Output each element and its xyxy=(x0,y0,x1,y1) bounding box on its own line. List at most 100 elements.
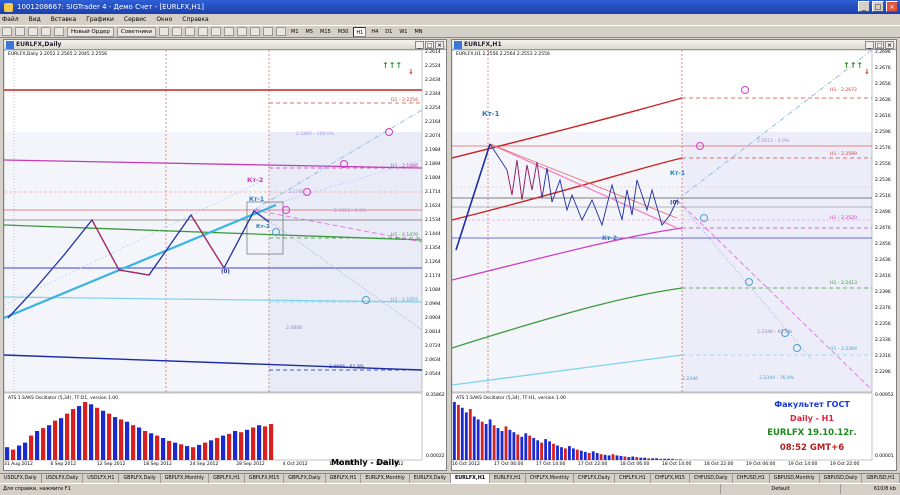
menu-insert[interactable]: Вставка xyxy=(51,16,76,23)
tf-m5[interactable]: M5 xyxy=(304,27,316,37)
chart-tab[interactable]: GBPUSD,Daily xyxy=(820,474,863,484)
chart-tab[interactable]: CHFLFX,Monthly xyxy=(526,474,574,484)
tf-m1[interactable]: M1 xyxy=(289,27,301,37)
price-tick-label: 2.1174 xyxy=(425,274,441,279)
tf-m15[interactable]: M15 xyxy=(318,27,333,37)
chart-tab[interactable]: GBPUSD,H1 xyxy=(862,474,899,484)
tf-d1[interactable]: D1 xyxy=(383,27,394,37)
chart-tab[interactable]: USDLFX,H1 xyxy=(83,474,119,484)
oscillator-bar xyxy=(477,419,480,460)
oscillator-bar xyxy=(59,418,63,460)
daily-chart-canvas[interactable]: ↑↑↑ ↓ xyxy=(4,50,446,470)
chart-tab[interactable]: GBPLFX,M15 xyxy=(245,474,284,484)
chart-tab-active[interactable]: EURLFX,H1 xyxy=(451,474,490,484)
oscillator-bar xyxy=(191,447,195,460)
oscillator-bar xyxy=(552,444,555,460)
price-tick-label: 2.2316 xyxy=(875,354,891,359)
price-tick-label: 2.2434 xyxy=(425,78,441,83)
date-tick-label: 24 Sep 2012 xyxy=(190,462,219,467)
menu-window[interactable]: Окно xyxy=(156,16,172,23)
chart-tab[interactable]: CHFLFX,Daily xyxy=(574,474,615,484)
oscillator-bar xyxy=(155,436,159,460)
chart-minimize-button[interactable]: _ xyxy=(415,41,424,49)
menu-file[interactable]: Файл xyxy=(2,16,19,23)
chart-tab[interactable]: CHFUSD,H1 xyxy=(733,474,770,484)
label-icon[interactable] xyxy=(263,27,273,36)
text-icon[interactable] xyxy=(250,27,260,36)
price-tick-label: 2.1084 xyxy=(425,288,441,293)
oscillator-bar xyxy=(263,426,267,460)
chart-tab[interactable]: GBPLFX,Daily xyxy=(119,474,160,484)
minimize-button[interactable]: _ xyxy=(858,1,870,12)
oscillator-bar xyxy=(113,417,117,460)
chart-tab[interactable]: CHFUSD,Daily xyxy=(690,474,733,484)
fibo-icon[interactable] xyxy=(237,27,247,36)
chart-maximize-button[interactable]: □ xyxy=(425,41,434,49)
chart-window-daily[interactable]: EURLFX,Daily _ □ × xyxy=(3,39,447,471)
price-tick-label: 2.2656 xyxy=(875,82,891,87)
close-button[interactable]: × xyxy=(886,1,898,12)
tf-mn[interactable]: MN xyxy=(412,27,424,37)
crosshair-icon[interactable] xyxy=(172,27,182,36)
vertical-line-icon[interactable] xyxy=(185,27,195,36)
horizontal-line-icon[interactable] xyxy=(198,27,208,36)
osc-scale-top: 0.00952 xyxy=(875,393,894,398)
oscillator-label: ATS 1.SAKS Oscillator (5,34), TF:D1, ver… xyxy=(8,396,118,401)
chart-close-button[interactable]: × xyxy=(885,41,894,49)
chart-tab[interactable]: CHFLFX,H1 xyxy=(615,474,651,484)
price-tick-label: 2.2536 xyxy=(875,178,891,183)
menu-charts[interactable]: Графики xyxy=(86,16,114,23)
level-d1d: H1 - 2.1055 xyxy=(391,298,418,303)
menu-view[interactable]: Вид xyxy=(29,16,41,23)
chart-maximize-button[interactable]: □ xyxy=(875,41,884,49)
chart-tab[interactable]: USDLFX,Daily xyxy=(0,474,42,484)
chart-tab[interactable]: EURLFX,Monthly xyxy=(361,474,409,484)
chart-tab[interactable]: GBPLFX,Monthly xyxy=(161,474,209,484)
oscillator-bar xyxy=(659,459,662,460)
advisors-button[interactable]: Советники xyxy=(117,27,156,37)
market-watch-icon[interactable] xyxy=(28,27,38,36)
profiles-icon[interactable] xyxy=(15,27,25,36)
chart-tab[interactable]: USDLFX,Daily xyxy=(42,474,84,484)
oscillator-bar xyxy=(469,409,472,460)
navigator-icon[interactable] xyxy=(41,27,51,36)
chart-close-button[interactable]: × xyxy=(435,41,444,49)
trendline-icon[interactable] xyxy=(211,27,221,36)
oscillator-bar xyxy=(209,440,213,460)
terminal-icon[interactable] xyxy=(54,27,64,36)
date-tick-label: 10 Oct 2012 xyxy=(329,462,357,467)
tf-h1[interactable]: H1 xyxy=(353,27,366,37)
chart-window-h1[interactable]: EURLFX,H1 _ □ × xyxy=(451,39,897,471)
tf-h4[interactable]: H4 xyxy=(369,27,380,37)
tf-w1[interactable]: W1 xyxy=(397,27,409,37)
chart-tab[interactable]: GBPLFX,Daily xyxy=(284,474,325,484)
oscillator-bar xyxy=(257,425,261,460)
price-tick-label: 2.1714 xyxy=(425,190,441,195)
chart-tab[interactable]: EURLFX,H1 xyxy=(490,474,526,484)
chart-tab[interactable]: GBPLFX,H1 xyxy=(209,474,245,484)
chart-tab[interactable]: GBPLFX,H1 xyxy=(326,474,362,484)
oscillator-bar xyxy=(564,448,567,460)
maximize-button[interactable]: □ xyxy=(872,1,884,12)
menu-tools[interactable]: Сервис xyxy=(124,16,146,23)
price-tick-label: 2.2436 xyxy=(875,258,891,263)
oscillator-bar xyxy=(269,424,273,460)
chart-info-text: EURLFX,Daily 2.2052 2.2565 2.2045 2.2556 xyxy=(8,52,107,57)
oscillator-bar xyxy=(149,433,153,460)
chart-tab[interactable]: CHFLFX,M15 xyxy=(651,474,690,484)
arrows-icon[interactable] xyxy=(276,27,286,36)
new-chart-icon[interactable] xyxy=(2,27,12,36)
chart-minimize-button[interactable]: _ xyxy=(865,41,874,49)
menu-help[interactable]: Справка xyxy=(182,16,208,23)
chart-icon xyxy=(454,41,462,49)
price-tick-label: 2.1894 xyxy=(425,162,441,167)
chart-tab[interactable]: GBPUSD,Monthly xyxy=(770,474,820,484)
cursor-icon[interactable] xyxy=(159,27,169,36)
channel-icon[interactable] xyxy=(224,27,234,36)
tf-m30[interactable]: M30 xyxy=(336,27,351,37)
chart-tab[interactable]: EURLFX,Daily xyxy=(410,474,451,484)
new-order-button[interactable]: Новый Ордер xyxy=(67,27,114,37)
oscillator-bar xyxy=(167,441,171,460)
price-tick-label: 2.0904 xyxy=(425,316,441,321)
price-tick-label: 2.2614 xyxy=(425,50,441,55)
